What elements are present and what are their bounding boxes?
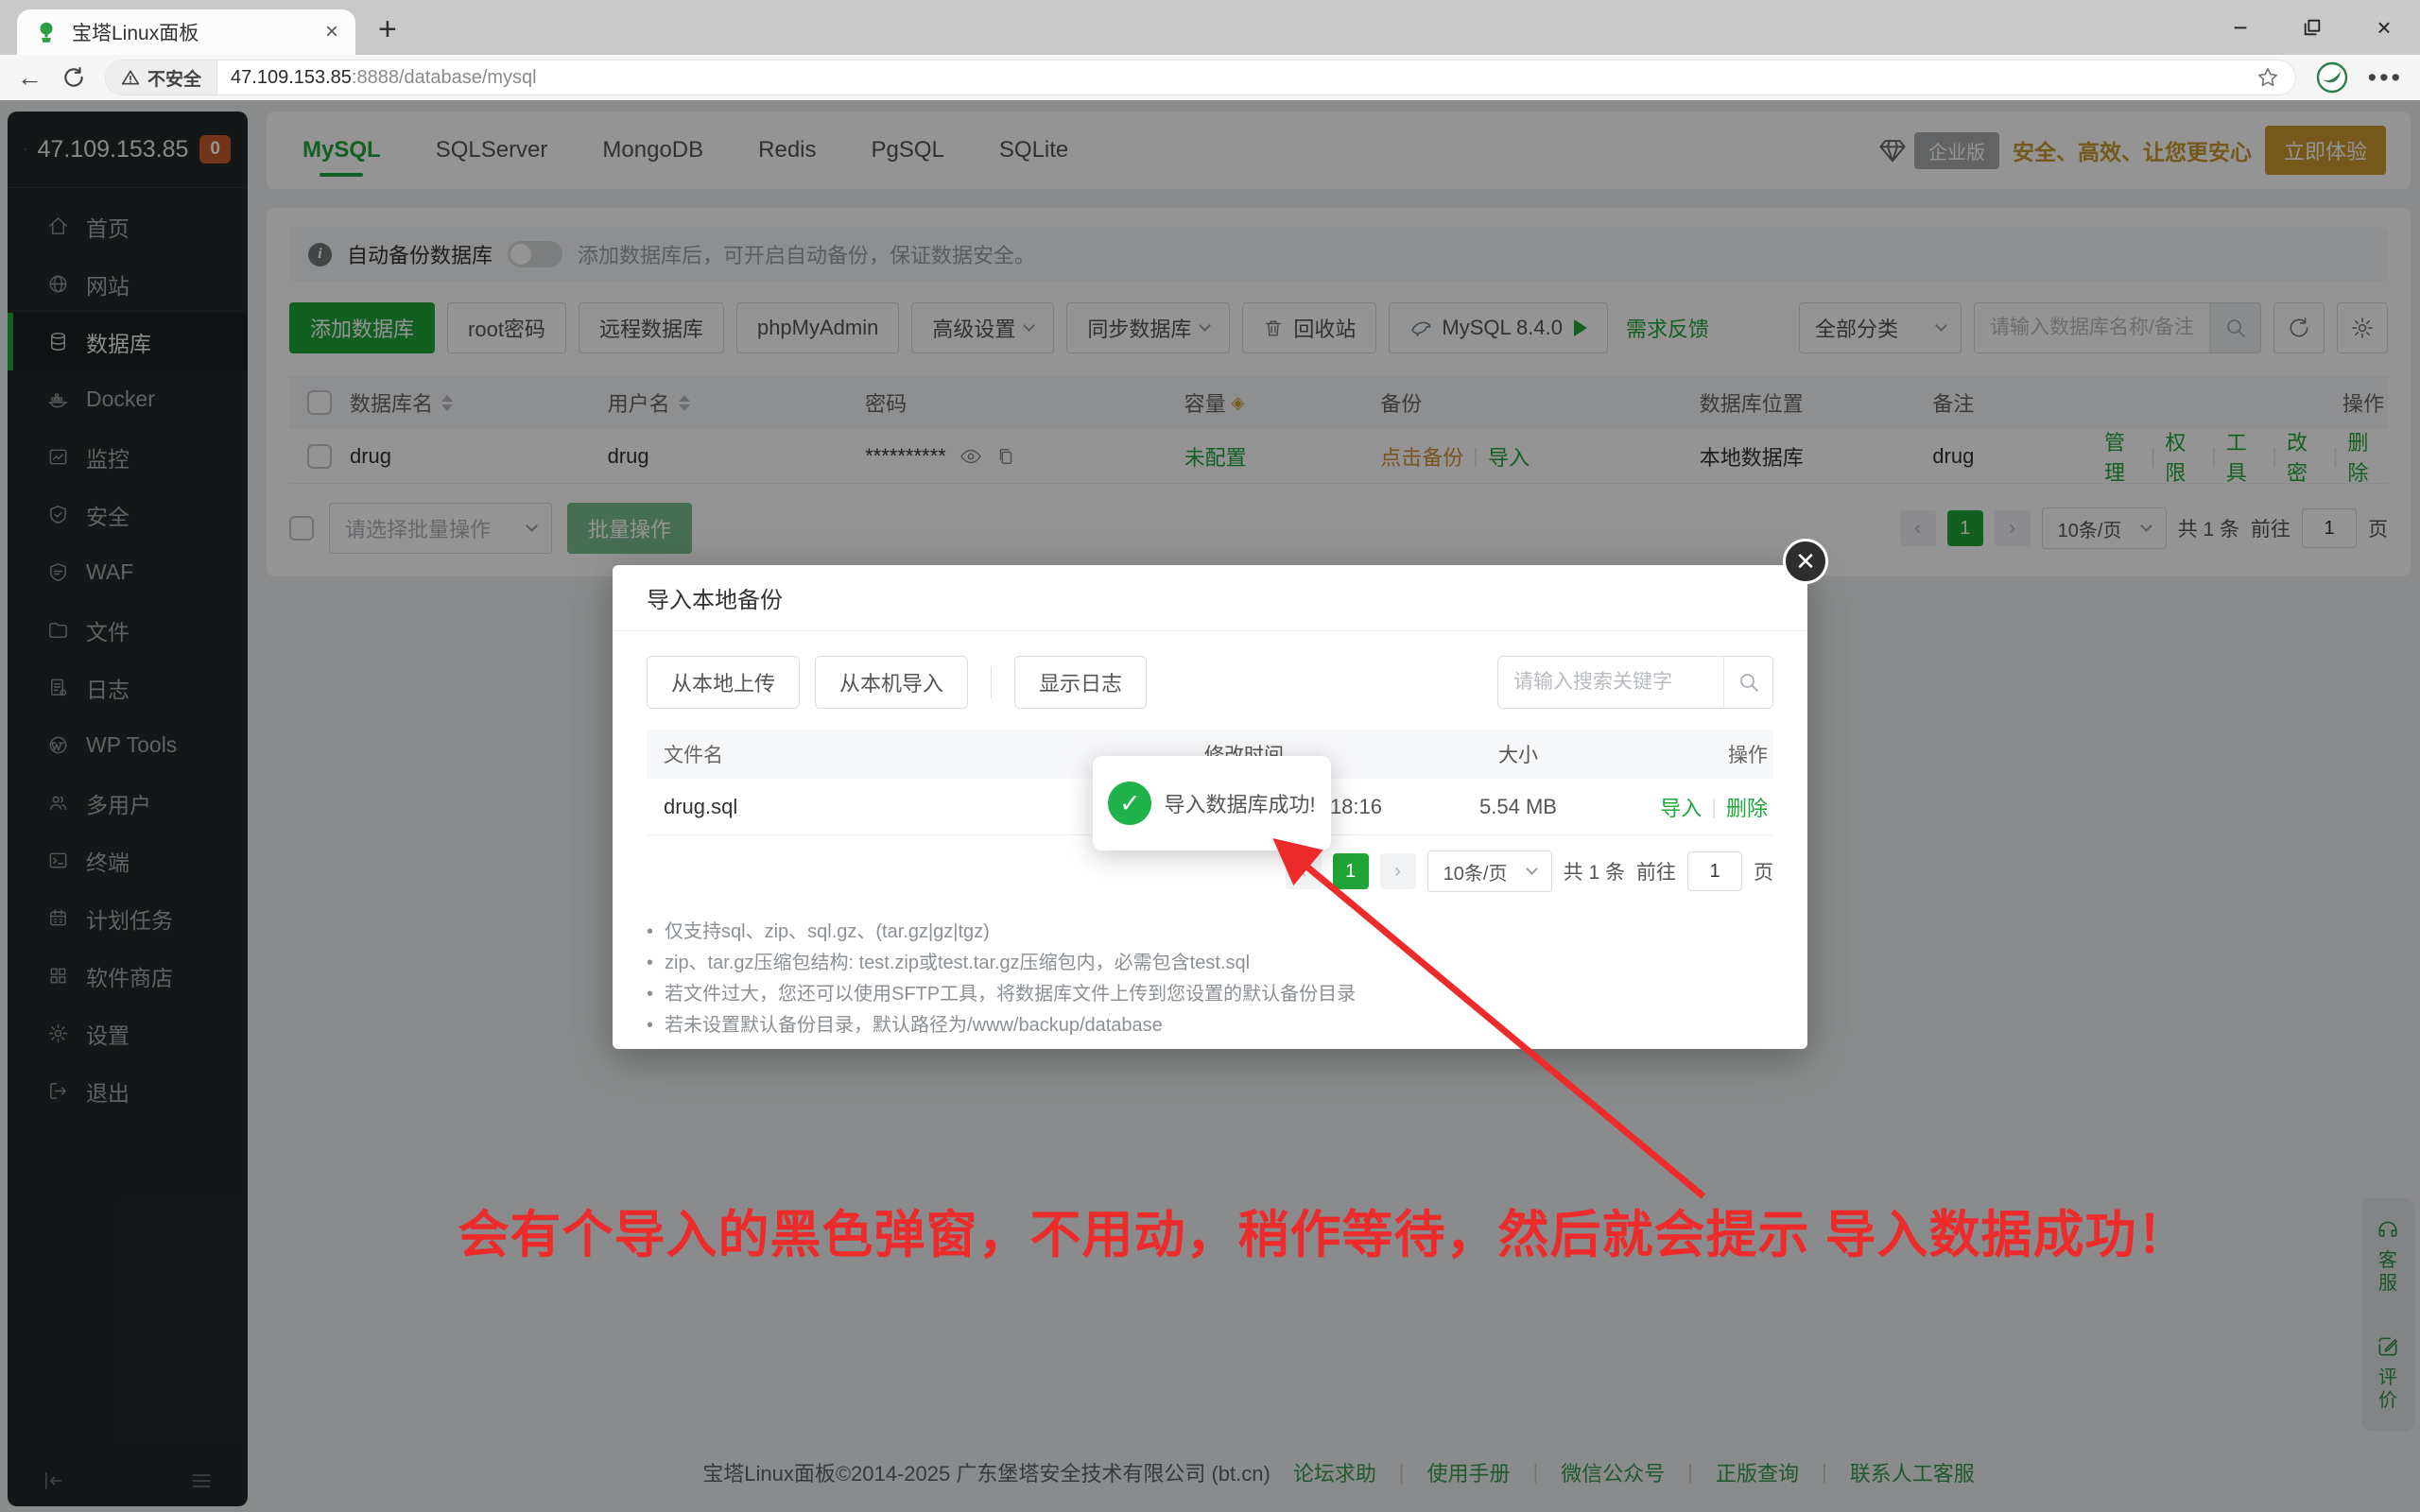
goto-label: 前往 — [1636, 857, 1676, 885]
screen: 宝塔Linux面板 × + − × ← 不安全 47.109.153.85:88… — [0, 0, 2420, 1512]
modal-search — [1497, 656, 1773, 709]
browser-menu-icon[interactable]: ••• — [2368, 65, 2403, 91]
success-check-icon: ✓ — [1108, 782, 1151, 825]
browser-url-row: ← 不安全 47.109.153.85:8888/database/mysql … — [0, 55, 2420, 100]
warning-icon — [121, 68, 140, 87]
page-unit: 页 — [1754, 857, 1773, 885]
new-tab-button[interactable]: + — [378, 13, 397, 45]
success-toast: ✓ 导入数据库成功! — [1093, 756, 1331, 850]
goto-page-input[interactable] — [1687, 851, 1742, 891]
import-from-machine-button[interactable]: 从本机导入 — [815, 656, 968, 709]
modal-title: 导入本地备份 — [613, 565, 1807, 631]
show-log-button[interactable]: 显示日志 — [1014, 656, 1147, 709]
url-host: 47.109.153.85 — [231, 67, 352, 88]
annotation-text: 会有个导入的黑色弹窗，不用动，稍作等待，然后就会提示 导入数据成功！ — [227, 1193, 2420, 1267]
window-controls: − × — [2204, 0, 2420, 55]
browser-tab[interactable]: 宝塔Linux面板 × — [17, 9, 355, 55]
baota-favicon-icon — [34, 20, 59, 44]
back-icon[interactable]: ← — [17, 65, 43, 91]
next-page-button[interactable]: › — [1380, 853, 1416, 889]
restore-icon[interactable] — [2276, 0, 2348, 55]
backup-import-link[interactable]: 导入 — [1660, 792, 1702, 822]
search-icon[interactable] — [1723, 657, 1772, 708]
minimize-icon[interactable]: − — [2204, 0, 2276, 55]
backup-delete-link[interactable]: 删除 — [1726, 792, 1768, 822]
security-chip[interactable]: 不安全 — [106, 60, 217, 94]
bookmark-star-icon[interactable] — [2256, 65, 2280, 90]
url-path: :8888/database/mysql — [352, 67, 537, 88]
tab-close-icon[interactable]: × — [325, 21, 338, 43]
note-line: 若未设置默认备份目录，默认路径为/www/backup/database — [647, 1010, 1773, 1041]
current-page[interactable]: 1 — [1333, 853, 1369, 889]
upload-local-button[interactable]: 从本地上传 — [647, 656, 800, 709]
modal-close-icon[interactable]: ✕ — [1783, 539, 1828, 584]
browser-avatar[interactable] — [2315, 60, 2349, 94]
url-text: 47.109.153.85:8888/database/mysql — [231, 67, 537, 89]
browser-tab-strip: 宝塔Linux面板 × + − × — [0, 0, 2420, 55]
modal-notes: 仅支持sql、zip、sql.gz、(tar.gz|gz|tgz) zip、ta… — [647, 917, 1773, 1041]
note-line: 若文件过大，您还可以使用SFTP工具，将数据库文件上传到您设置的默认备份目录 — [647, 979, 1773, 1010]
page-size-select[interactable]: 10条/页 — [1427, 850, 1552, 892]
toast-message: 导入数据库成功! — [1164, 788, 1315, 818]
prev-page-button[interactable]: ‹ — [1286, 853, 1322, 889]
backup-size: 5.54 MB — [1405, 795, 1632, 819]
reload-icon[interactable] — [61, 65, 86, 90]
security-label: 不安全 — [147, 65, 201, 91]
modal-pagination: ‹ 1 › 10条/页 共 1 条 前往 页 — [647, 850, 1773, 892]
total-count: 共 1 条 — [1564, 857, 1625, 885]
modal-search-input[interactable] — [1498, 657, 1723, 708]
backup-file-name: drug.sql — [647, 795, 1083, 819]
modal-toolbar: 从本地上传 从本机导入 显示日志 — [647, 656, 1773, 709]
tab-title: 宝塔Linux面板 — [72, 18, 312, 46]
note-line: 仅支持sql、zip、sql.gz、(tar.gz|gz|tgz) — [647, 917, 1773, 948]
address-bar[interactable]: 不安全 47.109.153.85:8888/database/mysql — [105, 60, 2296, 95]
note-line: zip、tar.gz压缩包结构: test.zip或test.tar.gz压缩包… — [647, 948, 1773, 979]
close-window-icon[interactable]: × — [2348, 0, 2420, 55]
